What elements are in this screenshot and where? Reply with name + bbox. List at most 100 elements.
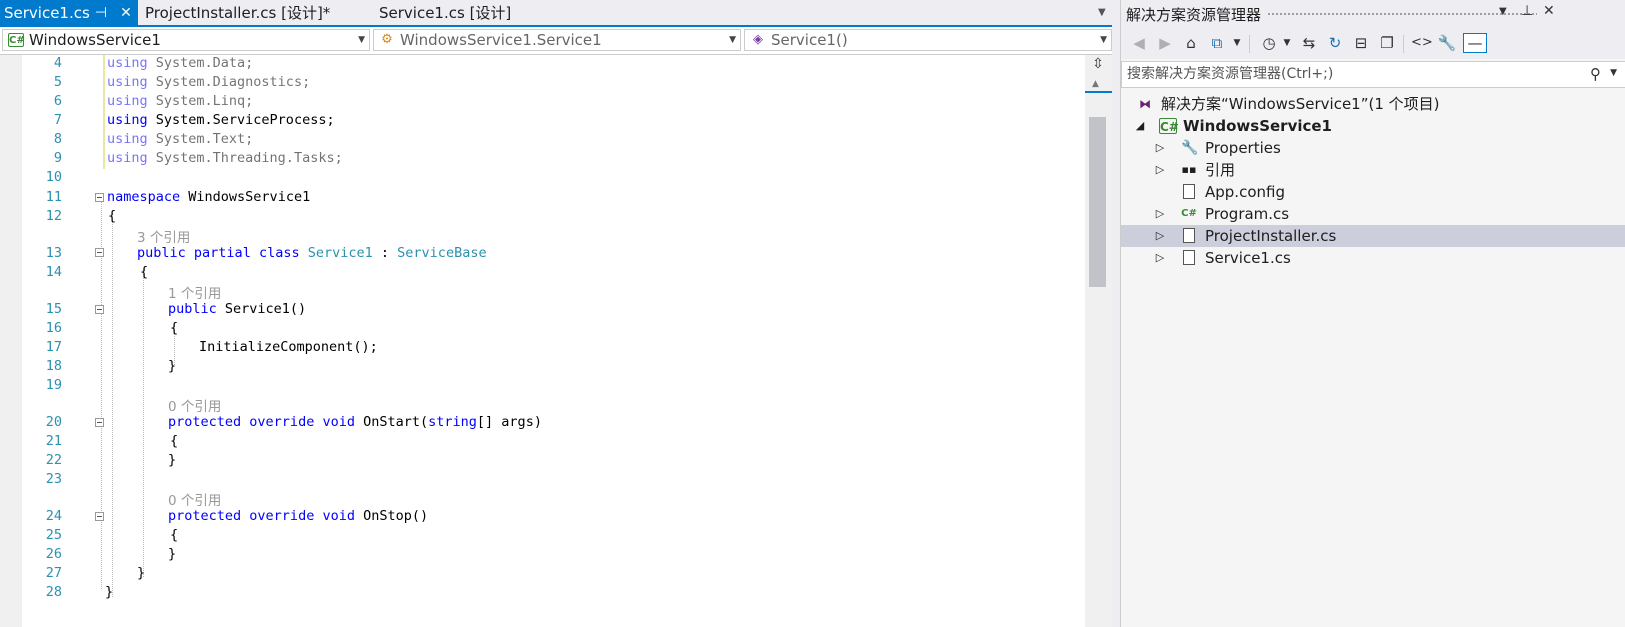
csharp-file-icon: C# (1181, 208, 1197, 219)
tree-node-service1[interactable]: ▷ Service1.cs (1121, 247, 1625, 269)
scroll-up-icon[interactable]: ▲ (1092, 79, 1099, 89)
member-dropdown[interactable]: ◈ Service1() ▼ (744, 29, 1112, 51)
refresh-icon[interactable]: ↻ (1325, 33, 1345, 53)
preview-icon[interactable]: — (1463, 33, 1487, 53)
line-number: 8 (53, 131, 62, 147)
collapsed-arrow-icon[interactable]: ▷ (1153, 247, 1167, 269)
scroll-position-marker (1085, 91, 1112, 93)
chevron-down-icon: ▼ (358, 35, 365, 45)
collapsed-arrow-icon[interactable]: ▷ (1153, 225, 1167, 247)
split-icon[interactable]: ⇳ (1088, 55, 1108, 73)
chevron-down-icon: ▼ (729, 35, 736, 45)
tree-node-project[interactable]: ◢ C# WindowsService1 (1121, 115, 1625, 137)
pin-icon[interactable]: ⊣ (92, 0, 110, 27)
code-text: Service1() (216, 301, 307, 317)
view-code-icon[interactable]: <> (1411, 33, 1433, 53)
method-icon: ◈ (753, 32, 763, 47)
config-file-icon (1183, 184, 1195, 199)
code-line: } (137, 565, 146, 581)
sync-icon[interactable]: ⇆ (1299, 33, 1319, 53)
tree-node-program[interactable]: ▷ C# Program.cs (1121, 203, 1625, 225)
switch-views-icon[interactable]: ⧉ (1207, 33, 1227, 53)
chevron-down-icon[interactable]: ▼ (1610, 68, 1617, 78)
type-dropdown[interactable]: ⚙ WindowsService1.Service1 ▼ (373, 29, 741, 51)
toolbar-separator (1403, 35, 1404, 53)
code-text: [] args) (476, 414, 542, 430)
scrollbar-thumb[interactable] (1089, 117, 1106, 287)
code-text: System.Linq; (147, 93, 254, 109)
code-line: namespace WindowsService1 (107, 189, 310, 205)
codelens-references[interactable]: 0 个引用 (168, 489, 221, 509)
tree-node-solution[interactable]: ⧓ 解决方案“WindowsService1”(1 个项目) (1121, 93, 1625, 115)
line-number: 12 (45, 208, 62, 224)
properties-icon[interactable]: 🔧 (1437, 33, 1457, 53)
collapse-all-icon[interactable]: ⊟ (1351, 33, 1371, 53)
codelens-references[interactable]: 3 个引用 (137, 226, 190, 246)
keyword: partial (193, 245, 251, 261)
collapse-icon[interactable] (95, 418, 104, 427)
code-editor[interactable]: 4 5 6 7 8 9 10 11 12 13 14 15 16 17 18 1… (0, 55, 1152, 627)
forward-icon[interactable]: ▶ (1155, 33, 1175, 53)
editor-margin (0, 55, 22, 627)
tab-service1-design[interactable]: Service1.cs [设计] (379, 0, 511, 25)
expanded-arrow-icon[interactable]: ◢ (1133, 115, 1147, 137)
keyword: using (107, 55, 148, 71)
line-number: 19 (45, 377, 62, 393)
search-icon[interactable]: ⚲ (1590, 65, 1601, 83)
close-icon[interactable]: ✕ (1543, 3, 1555, 19)
line-number: 7 (53, 112, 62, 128)
collapse-icon[interactable] (95, 193, 104, 202)
csharp-project-icon: C# (8, 33, 25, 47)
collapse-icon[interactable] (95, 305, 104, 314)
show-all-files-icon[interactable]: ❐ (1377, 33, 1397, 53)
home-icon[interactable]: ⌂ (1181, 33, 1201, 53)
tree-node-label: ProjectInstaller.cs (1205, 227, 1337, 245)
codelens-references[interactable]: 1 个引用 (168, 282, 221, 302)
tree-node-appconfig[interactable]: App.config (1121, 181, 1625, 203)
keyword: string (428, 414, 477, 430)
code-line: { (170, 433, 179, 449)
collapsed-arrow-icon[interactable]: ▷ (1153, 137, 1167, 159)
panel-splitter[interactable] (1112, 0, 1120, 627)
collapse-icon[interactable] (95, 512, 104, 521)
line-number: 23 (45, 471, 62, 487)
line-number: 22 (45, 452, 62, 468)
pending-changes-icon[interactable]: ◷ (1259, 33, 1279, 53)
pin-icon[interactable]: ⊥ (1521, 3, 1533, 19)
line-number: 25 (45, 527, 62, 543)
close-icon[interactable]: ✕ (117, 0, 135, 27)
search-box[interactable]: ⚲ ▼ (1121, 61, 1625, 88)
keyword: protected (168, 508, 242, 524)
tab-label: Service1.cs (4, 4, 90, 22)
code-line: public partial class Service1 : ServiceB… (137, 245, 487, 261)
codelens-references[interactable]: 0 个引用 (168, 395, 221, 415)
chevron-down-icon[interactable]: ▼ (1499, 6, 1507, 17)
collapsed-arrow-icon[interactable]: ▷ (1153, 159, 1167, 181)
chevron-down-icon[interactable]: ▼ (1227, 33, 1247, 53)
back-icon[interactable]: ◀ (1129, 33, 1149, 53)
chevron-down-icon[interactable]: ▼ (1277, 33, 1297, 53)
tab-projectinstaller-design[interactable]: ProjectInstaller.cs [设计]* (145, 0, 330, 25)
collapse-icon[interactable] (95, 248, 104, 257)
tree-node-references[interactable]: ▷ ▪▪ 引用 (1121, 159, 1625, 181)
code-text: OnStart( (354, 414, 429, 430)
line-number: 15 (45, 301, 62, 317)
type-name: ServiceBase (397, 245, 487, 261)
drag-grip[interactable] (1267, 12, 1537, 16)
line-number: 11 (45, 189, 62, 205)
line-number: 26 (45, 546, 62, 562)
code-line: using System.Linq; (107, 93, 253, 109)
line-number: 17 (45, 339, 62, 355)
keyword: void (322, 414, 355, 430)
line-number: 5 (53, 74, 62, 90)
collapsed-arrow-icon[interactable]: ▷ (1153, 203, 1167, 225)
code-line: { (140, 264, 149, 280)
tree-node-projectinstaller[interactable]: ▷ ProjectInstaller.cs (1121, 225, 1625, 247)
tree-node-properties[interactable]: ▷ 🔧 Properties (1121, 137, 1625, 159)
project-dropdown[interactable]: C# WindowsService1 ▼ (2, 29, 370, 51)
document-tab-bar: Service1.cs ⊣ ✕ ProjectInstaller.cs [设计]… (0, 0, 1160, 27)
search-input[interactable] (1127, 64, 1507, 84)
tab-service1-cs[interactable]: Service1.cs ⊣ ✕ (0, 0, 138, 25)
code-line: using System.ServiceProcess; (107, 112, 335, 128)
code-line: using System.Text; (107, 131, 253, 147)
